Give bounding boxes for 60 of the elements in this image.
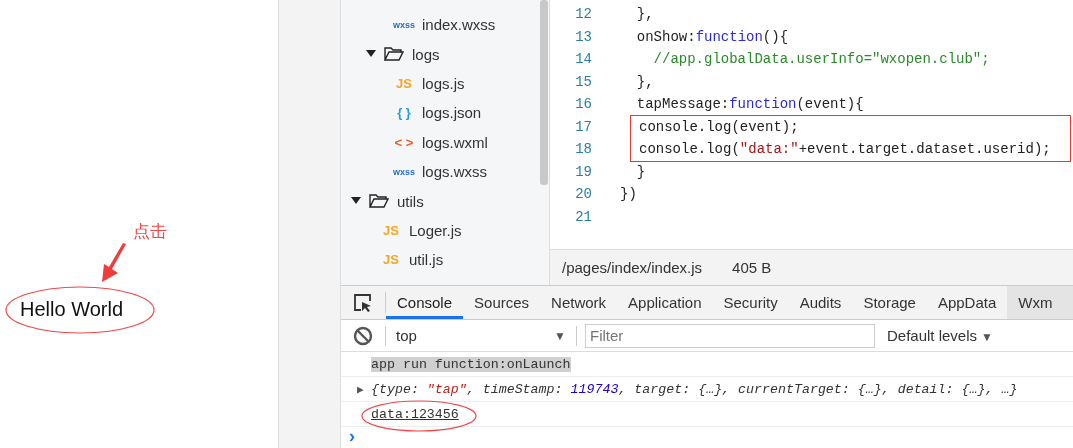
file-row[interactable]: wxss index.wxss bbox=[341, 10, 539, 40]
file-row[interactable]: JS logs.js bbox=[341, 68, 539, 99]
code-line: console.log("data:"+event.target.dataset.userid); bbox=[639, 141, 1051, 158]
line-number: 16 bbox=[574, 96, 592, 113]
expand-toggle[interactable]: ▶ bbox=[357, 382, 371, 396]
line-number: 21 bbox=[574, 208, 592, 225]
scrollbar-thumb[interactable] bbox=[540, 0, 548, 185]
file-type-icon: { } bbox=[390, 105, 418, 121]
line-number: 14 bbox=[574, 51, 592, 68]
file-row[interactable]: { } logs.json bbox=[341, 98, 539, 128]
console-prompt[interactable]: › bbox=[341, 427, 1073, 445]
line-number: 13 bbox=[574, 28, 592, 45]
filter-field[interactable]: Filter bbox=[585, 323, 875, 348]
file-type-icon: wxss bbox=[390, 166, 418, 177]
context-select[interactable]: top ▼ bbox=[385, 325, 577, 346]
code-line: }) bbox=[620, 186, 637, 203]
file-type-icon: JS bbox=[377, 252, 405, 268]
folder-icon bbox=[384, 47, 404, 62]
devtools-tab[interactable]: Audits bbox=[788, 286, 853, 319]
console-message: app run function:onLaunch bbox=[371, 356, 571, 372]
devtools-tab[interactable]: Application bbox=[617, 286, 713, 319]
devtools-tab[interactable]: Storage bbox=[852, 286, 927, 319]
line-number: 18 bbox=[574, 141, 592, 158]
devtools-tab[interactable]: Sources bbox=[463, 286, 541, 319]
file-row[interactable]: < > logs.wxml bbox=[341, 127, 539, 157]
clear-console-icon[interactable] bbox=[353, 325, 373, 346]
folder-row[interactable]: logs bbox=[341, 39, 539, 69]
line-number: 19 bbox=[574, 163, 592, 180]
file-type-icon: JS bbox=[390, 75, 418, 91]
file-row[interactable]: JS Loger.js bbox=[341, 215, 539, 246]
file-row[interactable]: JS util.js bbox=[341, 245, 539, 275]
code-line: tapMessage:function(event){ bbox=[635, 96, 864, 113]
file-type-icon: < > bbox=[390, 134, 418, 150]
code-line: }, bbox=[635, 6, 654, 23]
code-line: } bbox=[635, 163, 646, 180]
devtools-tab[interactable]: Network bbox=[540, 286, 618, 319]
devtools-tab[interactable]: Security bbox=[712, 286, 789, 319]
line-number: 17 bbox=[574, 118, 592, 135]
annotation-label: 点击 bbox=[133, 221, 167, 243]
devtools-tab[interactable]: AppData bbox=[926, 286, 1008, 319]
file-size: 405 B bbox=[732, 259, 772, 277]
code-line: onShow:function(){ bbox=[635, 28, 789, 45]
file-path: /pages/index/index.js bbox=[562, 259, 703, 277]
devtools-tab[interactable]: Wxm bbox=[1007, 286, 1073, 319]
devtools-tab[interactable]: Console bbox=[386, 286, 464, 319]
file-type-icon: JS bbox=[377, 222, 405, 238]
code-line: console.log(event); bbox=[639, 118, 799, 135]
folder-row[interactable]: utils bbox=[341, 186, 539, 216]
line-number: 12 bbox=[574, 6, 592, 23]
console-message: data:123456 bbox=[371, 406, 459, 422]
folder-icon bbox=[369, 194, 389, 209]
line-number: 15 bbox=[574, 73, 592, 90]
file-type-icon: wxss bbox=[390, 19, 418, 30]
file-row[interactable]: wxss logs.wxss bbox=[341, 156, 539, 187]
console-object: {type: "tap", timeStamp: 119743, target: {…}, currentTarget: {…}, detail: {…}, …} bbox=[371, 381, 1018, 397]
line-number: 20 bbox=[574, 186, 592, 203]
code-line: }, bbox=[635, 73, 654, 90]
inspect-element-icon[interactable] bbox=[353, 292, 373, 313]
log-levels-dropdown[interactable]: Default levels ▼ bbox=[887, 327, 993, 344]
code-line: //app.globalData.userInfo="wxopen.club"; bbox=[652, 51, 990, 68]
